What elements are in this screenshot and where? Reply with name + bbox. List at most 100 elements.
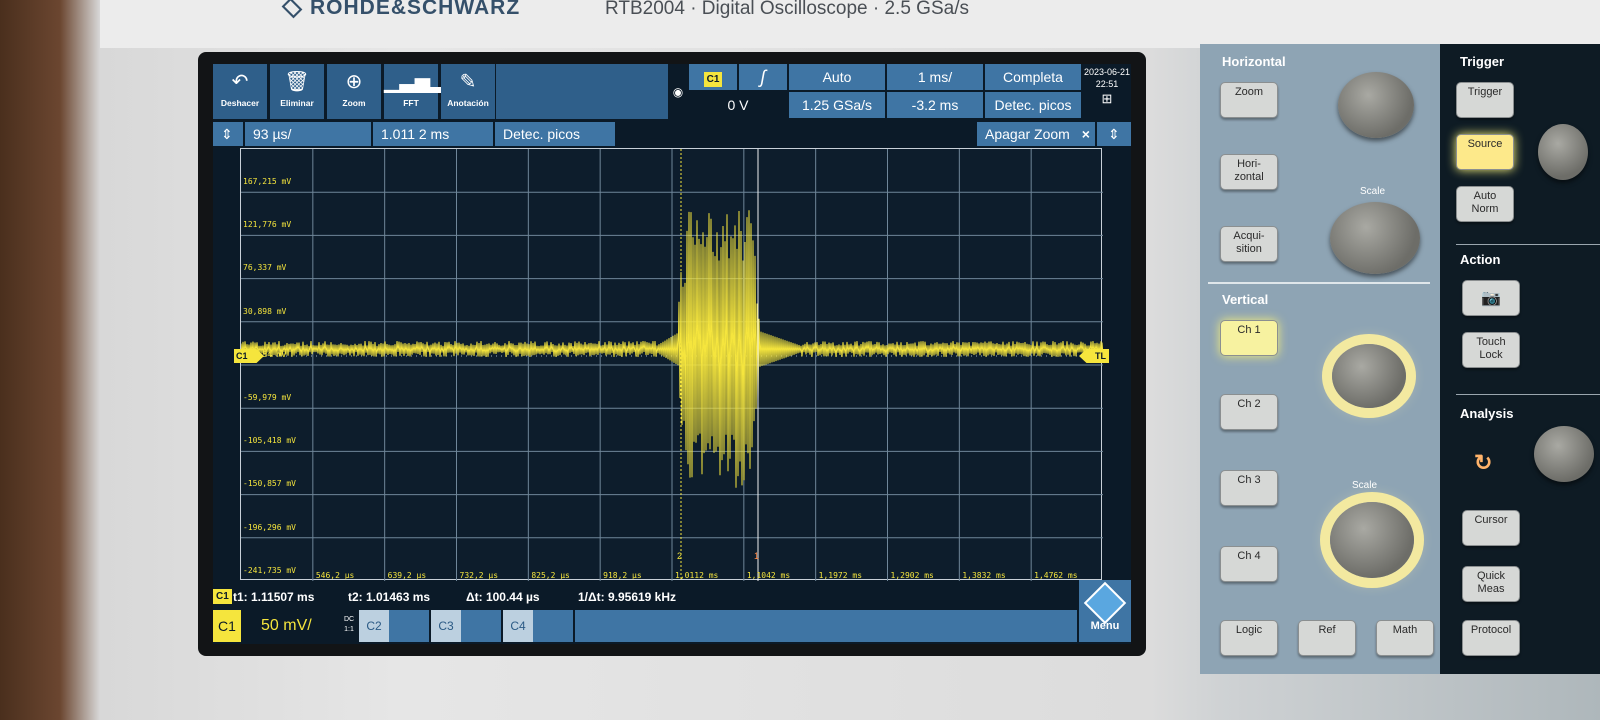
instrument-top-bezel: ROHDE&SCHWARZ RTB2004 · Digital Oscillos… xyxy=(100,0,1600,48)
vertical-scale-label: Scale xyxy=(1352,480,1378,491)
ch3-key[interactable]: Ch 3 xyxy=(1220,470,1278,506)
source-key[interactable]: Source xyxy=(1456,134,1514,170)
acquisition-state[interactable]: Completa xyxy=(985,64,1081,90)
x-axis-label: 825,2 µs xyxy=(531,571,570,580)
toolbar-options-button[interactable]: ◉ xyxy=(668,64,688,119)
horizontal-scale-label: Scale xyxy=(1360,186,1386,197)
trigger-edge-cell[interactable]: ʃ xyxy=(739,64,787,90)
undo-button[interactable]: ↶ Deshacer xyxy=(213,64,267,119)
fft-button[interactable]: ▁▃▅▂ FFT xyxy=(384,64,446,119)
y-axis-label: 76,337 mV xyxy=(243,263,287,273)
y-axis-label: -150,857 mV xyxy=(243,479,296,489)
auto-norm-key[interactable]: Auto Norm xyxy=(1456,186,1514,222)
toolbar-empty-slot xyxy=(496,64,668,119)
trigger-source-cell[interactable]: C1 xyxy=(689,64,737,90)
zoom-tool-button[interactable]: ⊕ Zoom xyxy=(327,64,381,119)
x-axis-label: 1,1042 ms xyxy=(746,571,791,580)
horizontal-scale-knob[interactable] xyxy=(1330,202,1420,274)
screenshot-key[interactable]: 📷 xyxy=(1462,280,1520,316)
channel-4-tab[interactable]: C4 xyxy=(503,610,533,642)
ch2-key[interactable]: Ch 2 xyxy=(1220,394,1278,430)
trigger-key[interactable]: Trigger xyxy=(1456,82,1514,118)
channel-bar: C1 50 mV/ DC 1:1 C2 C3 C4 xyxy=(213,610,1131,642)
pencil-icon: ✎ xyxy=(459,71,477,93)
x-axis-label: 546,2 µs xyxy=(315,571,355,580)
cursor-readout: C1 t1: 1.11507 ms t2: 1.01463 ms Δt: 100… xyxy=(213,586,1131,608)
acquisition-key[interactable]: Acqui- sition xyxy=(1220,226,1278,262)
horizontal-key[interactable]: Hori- zontal xyxy=(1220,154,1278,190)
action-section-title: Action xyxy=(1460,252,1501,267)
trigger-panel: Trigger Trigger Source Auto Norm Action … xyxy=(1440,44,1600,674)
trigger-level-knob[interactable] xyxy=(1538,124,1588,180)
scene: ROHDE&SCHWARZ RTB2004 · Digital Oscillos… xyxy=(0,0,1600,720)
zoom-position-arrows[interactable]: ⇕ xyxy=(1097,122,1131,146)
zoom-key[interactable]: Zoom xyxy=(1220,82,1278,118)
ch1-key[interactable]: Ch 1 xyxy=(1220,320,1278,356)
ref-key[interactable]: Ref xyxy=(1298,620,1356,656)
horizontal-position-knob[interactable] xyxy=(1338,72,1414,138)
channel-2-tab[interactable]: C2 xyxy=(359,610,389,642)
trigger-section-title: Trigger xyxy=(1460,54,1505,69)
zoom-acq-mode[interactable]: Detec. picos xyxy=(495,122,615,146)
channel-3-tab[interactable]: C3 xyxy=(431,610,461,642)
probe-ratio-text: 1:1 xyxy=(344,626,354,633)
channel-2-slot[interactable] xyxy=(389,610,429,642)
ch4-key[interactable]: Ch 4 xyxy=(1220,546,1278,582)
y-axis-label: -241,735 mV xyxy=(243,565,296,575)
channel-1-tab[interactable]: C1 xyxy=(213,610,241,642)
time-offset[interactable]: -3.2 ms xyxy=(887,92,983,118)
model-line: RTB2004 · Digital Oscilloscope · 2.5 GSa… xyxy=(605,0,969,19)
annotation-button[interactable]: ✎ Anotación xyxy=(441,64,495,119)
y-axis-label: 167,215 mV xyxy=(243,177,292,186)
brand-name: ROHDE&SCHWARZ xyxy=(310,0,521,19)
channel-3-slot[interactable] xyxy=(461,610,501,642)
math-key[interactable]: Math xyxy=(1376,620,1434,656)
x-axis-label: 1,1972 ms xyxy=(818,571,863,580)
zoom-position[interactable]: 1.011 2 ms xyxy=(373,122,493,146)
zoom-off-button[interactable]: Apagar Zoom × xyxy=(977,122,1095,146)
cursor-t2: t2: 1.01463 ms xyxy=(348,590,431,604)
menu-button[interactable]: Menu xyxy=(1079,580,1131,642)
time-scale[interactable]: 1 ms/ xyxy=(887,64,983,90)
logic-key[interactable]: Logic xyxy=(1220,620,1278,656)
acquisition-mode[interactable]: Detec. picos xyxy=(985,92,1081,118)
date-time: 2023-06-21 22:51 ⊞ xyxy=(1083,66,1131,105)
fft-label: FFT xyxy=(403,98,419,108)
brand-diamond-icon xyxy=(281,0,303,19)
y-axis-label: -59,979 mV xyxy=(243,393,292,402)
close-icon[interactable]: × xyxy=(1082,126,1090,142)
vertical-scale-knob[interactable] xyxy=(1330,502,1414,578)
sample-rate: 1.25 GSa/s xyxy=(789,92,885,118)
undo-label: Deshacer xyxy=(220,98,260,108)
zoom-scale[interactable]: 93 µs/ xyxy=(245,122,371,146)
channel-bar-fill xyxy=(575,610,1077,642)
trigger-source-chip: C1 xyxy=(703,72,723,87)
vertical-position-knob[interactable] xyxy=(1332,344,1406,408)
trigger-mode[interactable]: Auto xyxy=(789,64,885,90)
channel-4-slot[interactable] xyxy=(533,610,573,642)
x-axis-label: 639,2 µs xyxy=(387,571,427,580)
x-axis-label: 1,2902 ms xyxy=(890,571,934,580)
waveform-graticule[interactable]: 167,215 mV 121,776 mV 76,337 mV 30,898 mV -1… xyxy=(234,148,1109,581)
quick-meas-key[interactable]: Quick Meas xyxy=(1462,566,1520,602)
touch-lock-key[interactable]: Touch Lock xyxy=(1462,332,1520,368)
vertical-section-title: Vertical xyxy=(1222,292,1269,307)
coupling-text: DC xyxy=(343,616,355,623)
spectrum-icon: ▁▃▅▂ xyxy=(384,71,446,93)
cursor-2-label: 2 xyxy=(677,551,683,561)
graticule-svg xyxy=(241,149,1103,581)
channel-1-coupling: DC 1:1 xyxy=(341,610,357,642)
cursor-source-chip: C1 xyxy=(213,589,232,604)
delete-button[interactable]: 🗑 Eliminar xyxy=(270,64,324,119)
y-axis-label: 30,898 mV xyxy=(243,306,287,316)
zoom-off-label: Apagar Zoom xyxy=(985,126,1070,142)
zoom-bar: ⇕ 93 µs/ 1.011 2 ms Detec. picos Apagar … xyxy=(213,122,1131,146)
navigation-knob[interactable] xyxy=(1534,426,1594,482)
cursor-key[interactable]: Cursor xyxy=(1462,510,1520,546)
trigger-level[interactable]: 0 V xyxy=(689,92,787,118)
undo-icon: ↶ xyxy=(231,71,249,93)
zoom-scale-arrows[interactable]: ⇕ xyxy=(213,122,243,146)
channel-1-scale[interactable]: 50 mV/ xyxy=(241,610,341,642)
protocol-key[interactable]: Protocol xyxy=(1462,620,1520,656)
rotary-indicator-icon: ↻ xyxy=(1474,450,1493,475)
